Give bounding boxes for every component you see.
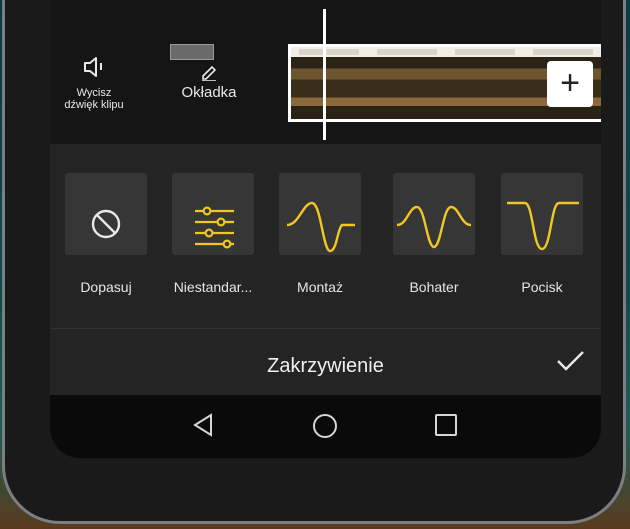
confirm-button[interactable] xyxy=(555,349,585,378)
no-curve-icon xyxy=(91,209,121,239)
preset-bohater[interactable]: Bohater xyxy=(393,173,475,295)
preset-label: Niestandar... xyxy=(173,279,253,295)
nav-back-button[interactable] xyxy=(192,413,214,442)
panel-title: Zakrzywienie xyxy=(267,355,384,377)
speed-curve-screen: Wycisz dźwięk klipu Okładka + Dopasuj Ni… xyxy=(50,0,601,458)
preset-montaz[interactable]: Montaż xyxy=(279,173,361,295)
mute-clip-label: Wycisz dźwięk klipu xyxy=(64,87,124,111)
preset-dopasuj[interactable]: Dopasuj xyxy=(65,173,147,295)
nav-recents-button[interactable] xyxy=(434,413,458,442)
cover-label: Okładka xyxy=(181,84,237,101)
back-triangle-icon xyxy=(193,413,212,437)
cover-thumbnail xyxy=(170,44,214,60)
preset-tile xyxy=(172,173,254,255)
preset-label: Bohater xyxy=(409,279,459,295)
playhead[interactable] xyxy=(323,9,326,140)
preset-tile xyxy=(65,173,147,255)
preset-tile xyxy=(279,173,361,255)
recents-square-icon xyxy=(435,414,457,436)
bullet-curve-icon xyxy=(507,201,579,251)
preset-label: Dopasuj xyxy=(80,279,132,295)
preset-tile xyxy=(501,173,583,255)
preset-pocisk[interactable]: Pocisk xyxy=(501,173,583,295)
divider xyxy=(50,328,601,329)
clip-frame xyxy=(447,47,525,119)
sliders-icon xyxy=(195,206,234,249)
preset-custom[interactable]: Niestandar... xyxy=(172,173,254,295)
nav-home-button[interactable] xyxy=(312,413,338,444)
home-circle-icon xyxy=(313,414,337,438)
cover-button[interactable]: Okładka xyxy=(174,63,244,101)
clip-frame xyxy=(369,47,447,119)
preset-label: Pocisk xyxy=(521,279,563,295)
checkmark-icon xyxy=(557,351,584,371)
system-nav-bar xyxy=(50,395,601,458)
curve-presets: Dopasuj Niestandar... Montaż Bohater Poc… xyxy=(50,153,601,313)
montage-curve-icon xyxy=(286,201,355,253)
add-clip-button[interactable]: + xyxy=(547,61,593,107)
clip-frame xyxy=(291,47,369,119)
phone-frame: Wycisz dźwięk klipu Okładka + Dopasuj Ni… xyxy=(2,0,626,524)
preset-label: Montaż xyxy=(297,279,343,295)
hero-curve-icon xyxy=(396,205,472,249)
speaker-mute-icon xyxy=(84,57,102,77)
pencil-icon xyxy=(202,65,217,81)
mute-clip-button[interactable]: Wycisz dźwięk klipu xyxy=(62,56,126,111)
timeline-bar: Wycisz dźwięk klipu Okładka + xyxy=(50,0,601,144)
preset-tile xyxy=(393,173,475,255)
